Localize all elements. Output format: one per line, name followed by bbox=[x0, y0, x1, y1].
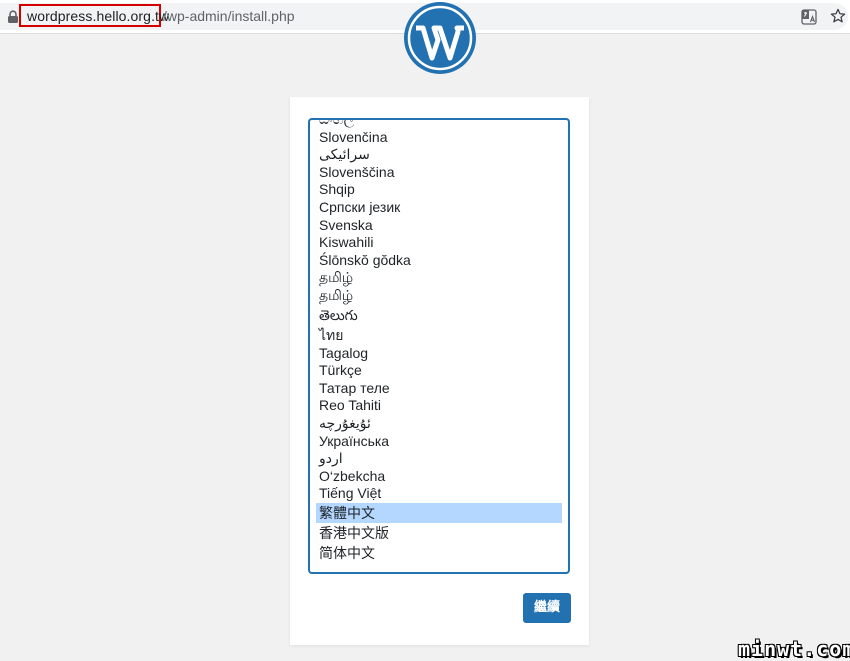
language-option[interactable]: ئۇيغۇرچە bbox=[310, 415, 562, 433]
lock-icon[interactable] bbox=[7, 10, 19, 24]
language-option[interactable]: Ślōnskŏ gŏdka bbox=[310, 252, 562, 270]
language-option[interactable]: اردو bbox=[310, 450, 562, 468]
star-icon[interactable] bbox=[829, 7, 847, 25]
language-option[interactable]: Tiếng Việt bbox=[310, 485, 562, 503]
language-option[interactable]: Татар теле bbox=[310, 380, 562, 398]
language-option[interactable]: Türkçe bbox=[310, 362, 562, 380]
language-option[interactable]: తెలుగు bbox=[310, 305, 562, 325]
language-option[interactable]: ไทย bbox=[310, 325, 562, 345]
language-option[interactable]: Kiswahili bbox=[310, 234, 562, 252]
language-option[interactable]: سرائیکی bbox=[310, 146, 562, 164]
install-panel: සිංහල Slovenčina سرائیکی Slovenščina Shqip Ср… bbox=[290, 97, 589, 645]
url-domain[interactable]: wordpress.hello.org.tw bbox=[27, 8, 169, 24]
language-option[interactable]: Svenska bbox=[310, 217, 562, 235]
continue-button[interactable]: 繼續 bbox=[523, 593, 571, 623]
language-option[interactable]: 香港中文版 bbox=[310, 523, 562, 543]
language-option[interactable]: Slovenščina bbox=[310, 164, 562, 182]
language-option[interactable]: Српски језик bbox=[310, 199, 562, 217]
language-option[interactable]: Reo Tahiti bbox=[310, 397, 562, 415]
wordpress-logo-icon bbox=[404, 2, 476, 74]
language-option[interactable]: Tagalog bbox=[310, 345, 562, 363]
language-option-selected[interactable]: 繁體中文 bbox=[316, 502, 562, 523]
language-option[interactable]: தமிழ் bbox=[310, 269, 562, 287]
language-option[interactable]: தமிழ் bbox=[310, 287, 562, 305]
language-option[interactable]: Shqip bbox=[310, 181, 562, 199]
language-option[interactable]: සිංහල bbox=[310, 120, 562, 129]
url-path[interactable]: /wp-admin/install.php bbox=[163, 8, 295, 24]
language-option[interactable]: O‘zbekcha bbox=[310, 468, 562, 486]
translate-icon[interactable] bbox=[801, 9, 817, 25]
language-option[interactable]: Українська bbox=[310, 433, 562, 451]
watermark: minwt.com bbox=[738, 637, 850, 661]
language-select[interactable]: සිංහල Slovenčina سرائیکی Slovenščina Shqip Ср… bbox=[308, 118, 570, 574]
language-list: සිංහල Slovenčina سرائیکی Slovenščina Shqip Ср… bbox=[310, 120, 568, 563]
language-option[interactable]: Slovenčina bbox=[310, 129, 562, 147]
language-option[interactable]: 简体中文 bbox=[310, 543, 562, 563]
